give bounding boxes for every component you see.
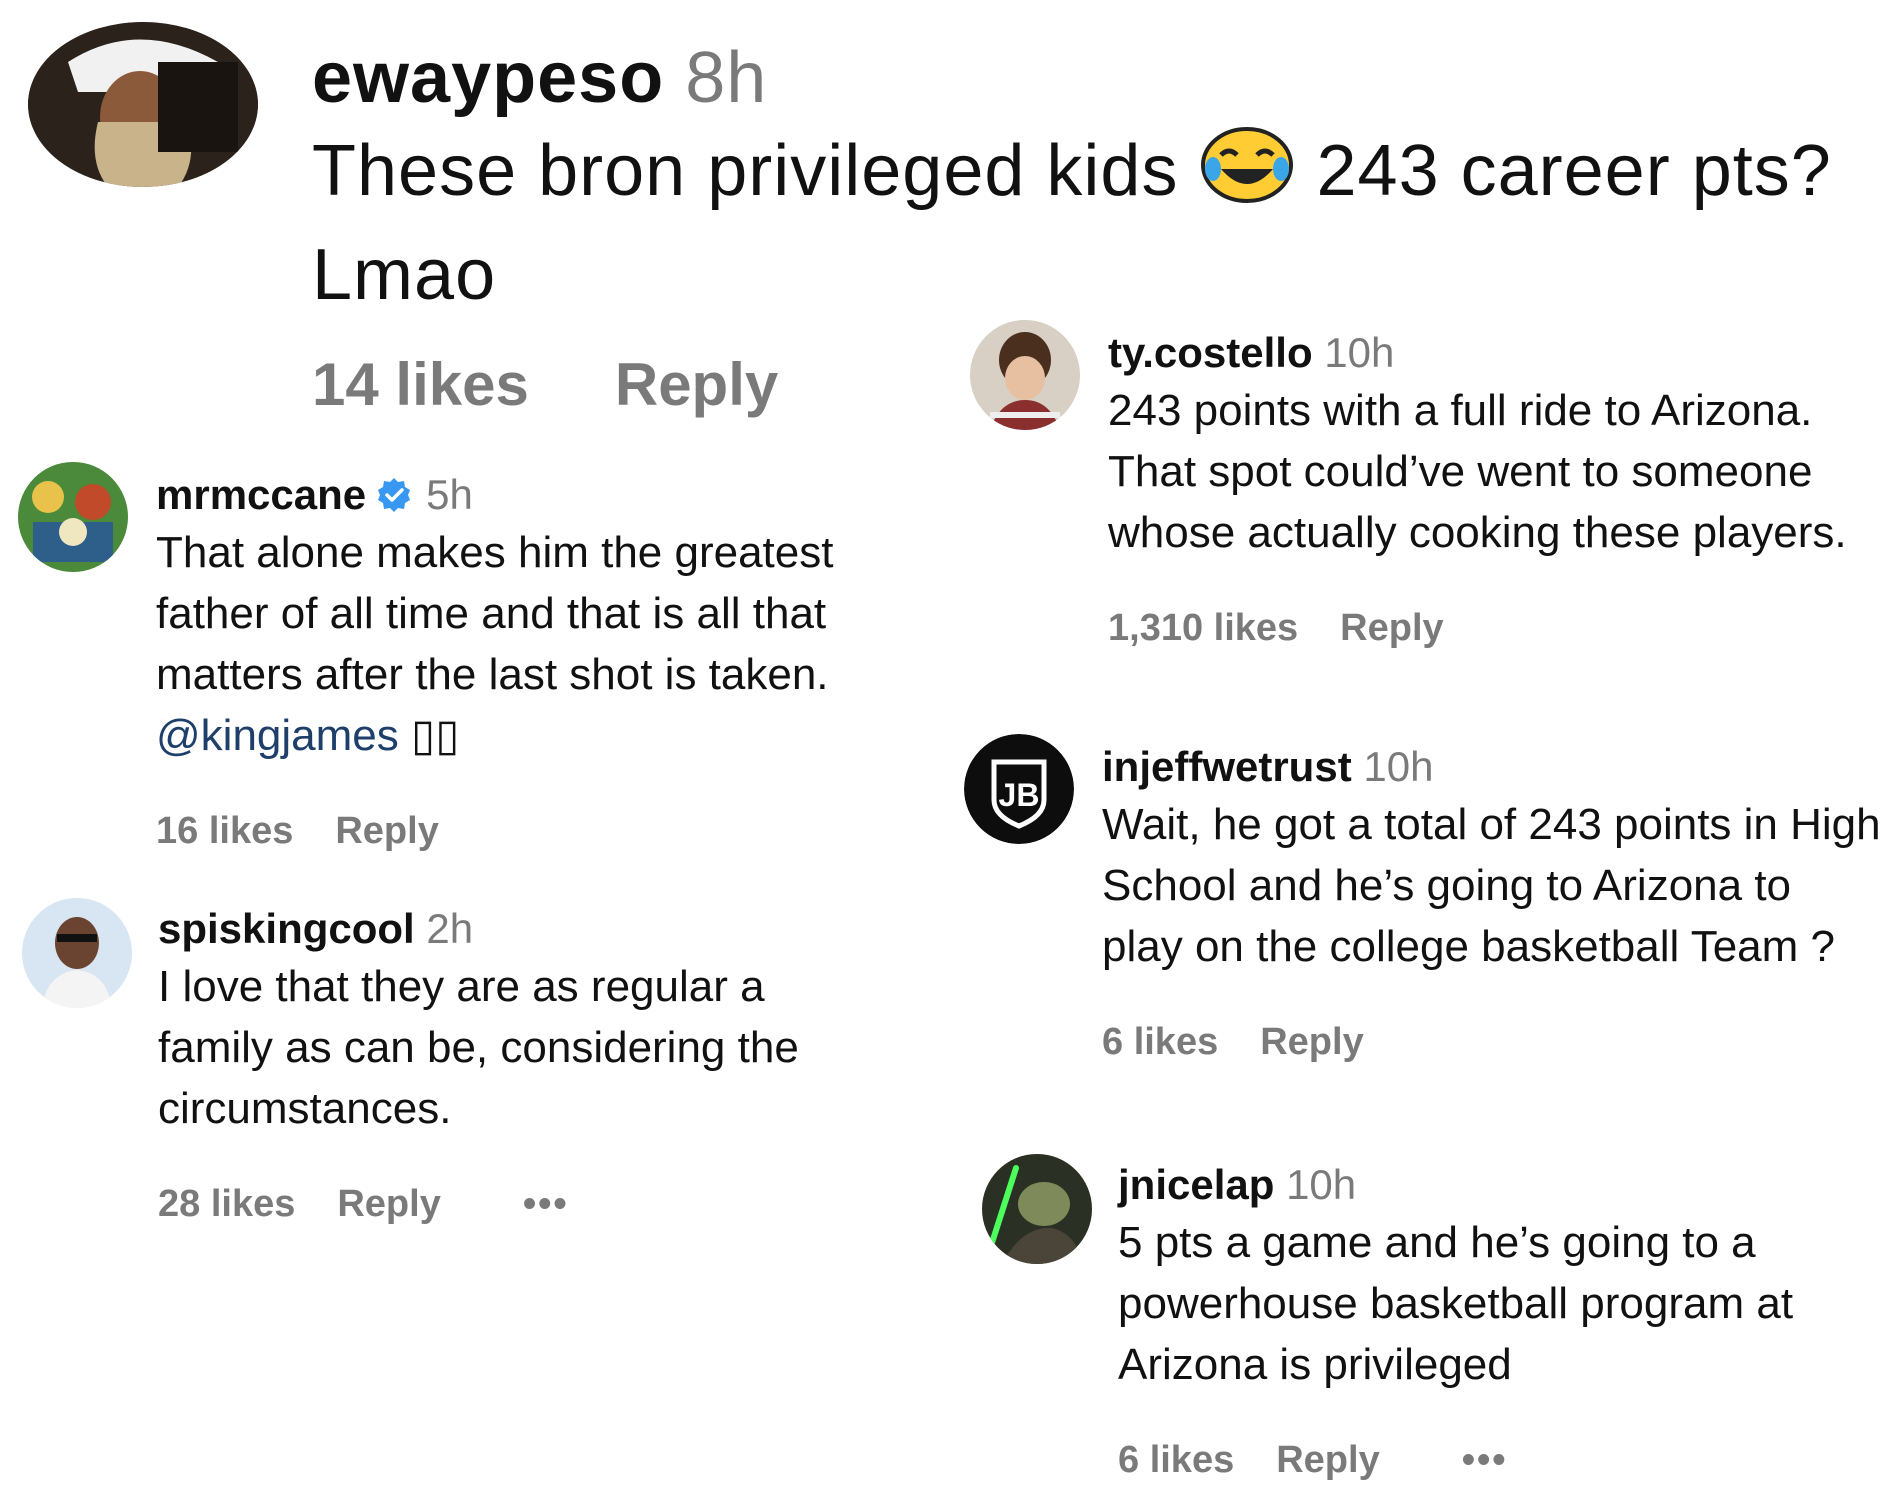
like-count[interactable]: 14 likes (312, 351, 529, 418)
reply-button[interactable]: Reply (1340, 607, 1443, 650)
avatar-image (982, 1154, 1092, 1264)
username[interactable]: injeffwetrust (1102, 743, 1352, 790)
timestamp: 8h (685, 38, 768, 118)
reply-button[interactable]: Reply (1260, 1021, 1363, 1064)
avatar-spiskingcool[interactable] (22, 898, 132, 1008)
avatar-ewaypeso[interactable] (28, 22, 258, 187)
reply-button[interactable]: Reply (1276, 1439, 1379, 1482)
like-count[interactable]: 28 likes (158, 1183, 295, 1226)
reply-button[interactable]: Reply (335, 810, 438, 853)
comment-header: mrmccane 5h (156, 468, 916, 522)
comment-actions: 16 likes Reply (156, 810, 916, 853)
unsupported-glyphs: ▯▯ (411, 711, 460, 760)
username[interactable]: ty.costello (1108, 329, 1313, 376)
comment-text: These bron privileged kids 243 career pt… (312, 124, 1852, 322)
comment-text: I love that they are as regular a family… (158, 962, 799, 1133)
mention-link[interactable]: @kingjames (156, 711, 399, 760)
more-options-icon[interactable]: ••• (1462, 1439, 1508, 1482)
reply-button[interactable]: Reply (337, 1183, 440, 1226)
username[interactable]: ewaypeso (312, 38, 664, 118)
comment-text: Wait, he got a total of 243 points in Hi… (1102, 800, 1881, 971)
like-count[interactable]: 6 likes (1118, 1439, 1234, 1482)
comment-text-main: That alone makes him the greatest father… (156, 528, 834, 699)
username[interactable]: jnicelap (1118, 1161, 1274, 1208)
avatar-jnicelap[interactable] (982, 1154, 1092, 1264)
comment-header: injeffwetrust 10h (1102, 740, 1882, 794)
timestamp: 5h (426, 471, 473, 518)
like-count[interactable]: 16 likes (156, 810, 293, 853)
avatar-mrmccane[interactable] (18, 462, 128, 572)
avatar-image (22, 898, 132, 1008)
avatar-image (28, 22, 258, 187)
laughing-emoji-icon (1199, 125, 1295, 228)
like-count[interactable]: 1,310 likes (1108, 607, 1298, 650)
avatar-image (970, 320, 1080, 430)
avatar-injeffwetrust[interactable]: JB (964, 734, 1074, 844)
comment-actions: 6 likes Reply (1102, 1021, 1882, 1064)
jb-logo-text: JB (999, 777, 1040, 813)
comment-text: 5 pts a game and he’s going to a powerho… (1118, 1218, 1794, 1389)
timestamp: 10h (1363, 743, 1434, 790)
comment-actions: 14 likes Reply (312, 350, 778, 419)
verified-badge-icon (376, 472, 412, 512)
comment-header: ewaypeso 8h (312, 38, 1872, 118)
username[interactable]: spiskingcool (158, 905, 415, 952)
comment-spiskingcool: spiskingcool 2h I love that they are as … (158, 902, 878, 1226)
comment-header: ty.costello 10h (1108, 326, 1888, 380)
comment-actions: 6 likes Reply ••• (1118, 1439, 1888, 1482)
comment-header: jnicelap 10h (1118, 1158, 1888, 1212)
timestamp: 2h (426, 905, 474, 952)
timestamp: 10h (1286, 1161, 1357, 1208)
comment-text-part1: These bron privileged kids (312, 131, 1179, 211)
comment-injeffwetrust: injeffwetrust 10h Wait, he got a total o… (1102, 740, 1882, 1064)
reply-button[interactable]: Reply (615, 351, 778, 418)
like-count[interactable]: 6 likes (1102, 1021, 1218, 1064)
avatar-tycostello[interactable] (970, 320, 1080, 430)
comment-jnicelap: jnicelap 10h 5 pts a game and he’s going… (1118, 1158, 1888, 1482)
timestamp: 10h (1324, 329, 1395, 376)
comment-text: That alone makes him the greatest father… (156, 522, 916, 766)
comment-ewaypeso: ewaypeso 8h These bron privileged kids 2… (312, 38, 1872, 322)
avatar-image (18, 462, 128, 572)
comment-text: 243 points with a full ride to Arizona. … (1108, 386, 1847, 557)
username[interactable]: mrmccane (156, 471, 366, 518)
comment-mrmccane: mrmccane 5h That alone makes him the grea… (156, 468, 916, 853)
comment-tycostello: ty.costello 10h 243 points with a full r… (1108, 326, 1888, 650)
comment-actions: 1,310 likes Reply (1108, 607, 1888, 650)
comment-header: spiskingcool 2h (158, 902, 878, 956)
more-options-icon[interactable]: ••• (523, 1183, 569, 1226)
comment-actions: 28 likes Reply ••• (158, 1183, 878, 1226)
avatar-image: JB (964, 734, 1074, 844)
